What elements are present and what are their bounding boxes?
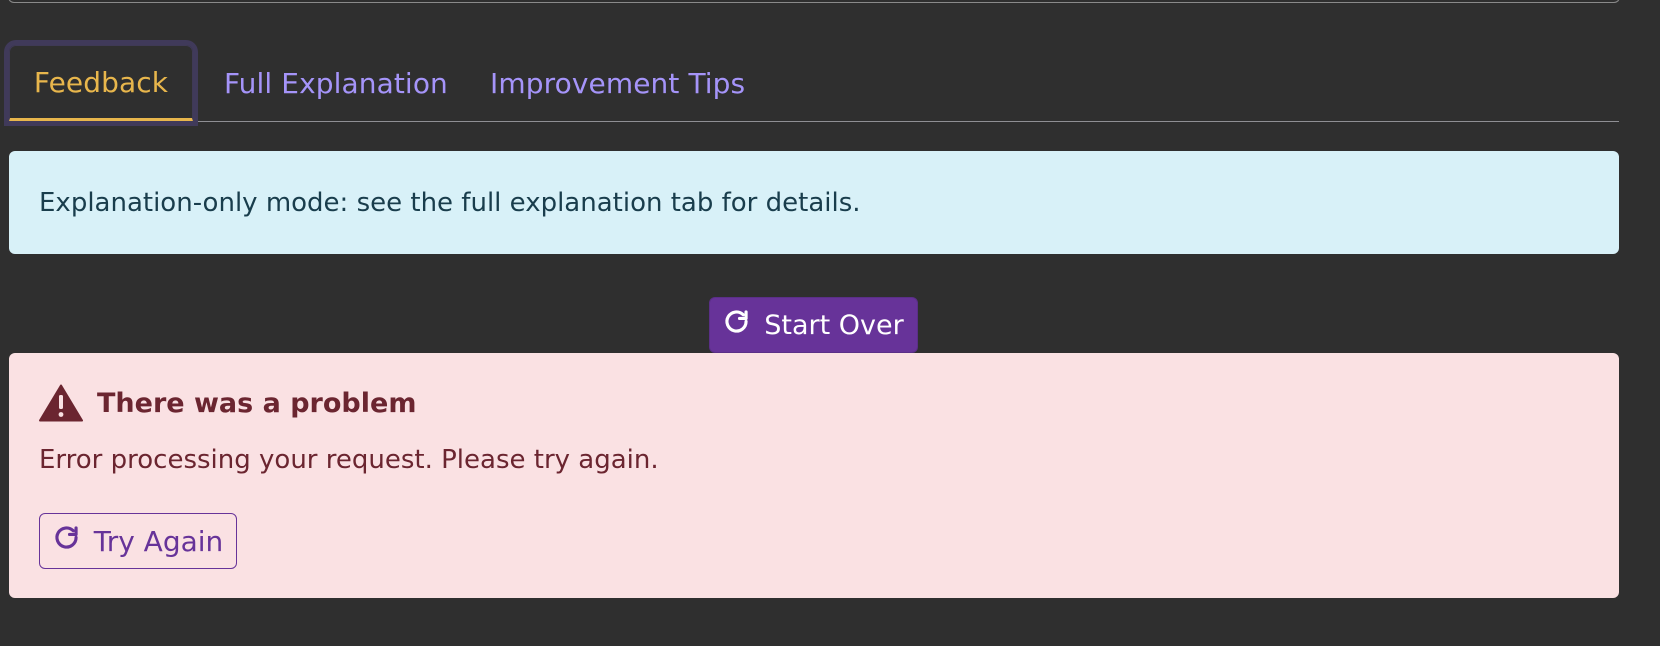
try-again-button[interactable]: Try Again <box>39 513 237 569</box>
error-heading-text: There was a problem <box>97 387 417 419</box>
explanation-mode-alert: Explanation-only mode: see the full expl… <box>9 151 1619 254</box>
tab-feedback-label: Feedback <box>33 65 169 99</box>
warning-icon <box>39 384 83 422</box>
start-over-button[interactable]: Start Over <box>709 297 918 353</box>
top-panel-edge <box>8 0 1620 3</box>
refresh-icon <box>723 308 750 342</box>
tab-feedback[interactable]: Feedback <box>9 45 193 121</box>
error-heading: There was a problem <box>39 384 416 422</box>
refresh-icon <box>53 524 80 558</box>
error-message: Error processing your request. Please tr… <box>39 445 659 475</box>
explanation-mode-message: Explanation-only mode: see the full expl… <box>39 187 861 218</box>
tab-full-explanation[interactable]: Full Explanation <box>224 45 448 121</box>
error-alert: There was a problem Error processing you… <box>9 353 1619 598</box>
result-tabs: Feedback Full Explanation Improvement Ti… <box>9 45 1619 122</box>
page-scrollbar[interactable] <box>1646 0 1660 646</box>
tab-improvement-tips[interactable]: Improvement Tips <box>490 45 745 121</box>
try-again-label: Try Again <box>93 524 224 558</box>
tab-full-explanation-label: Full Explanation <box>224 66 448 100</box>
tab-improvement-tips-label: Improvement Tips <box>490 66 746 100</box>
start-over-label: Start Over <box>764 309 904 341</box>
